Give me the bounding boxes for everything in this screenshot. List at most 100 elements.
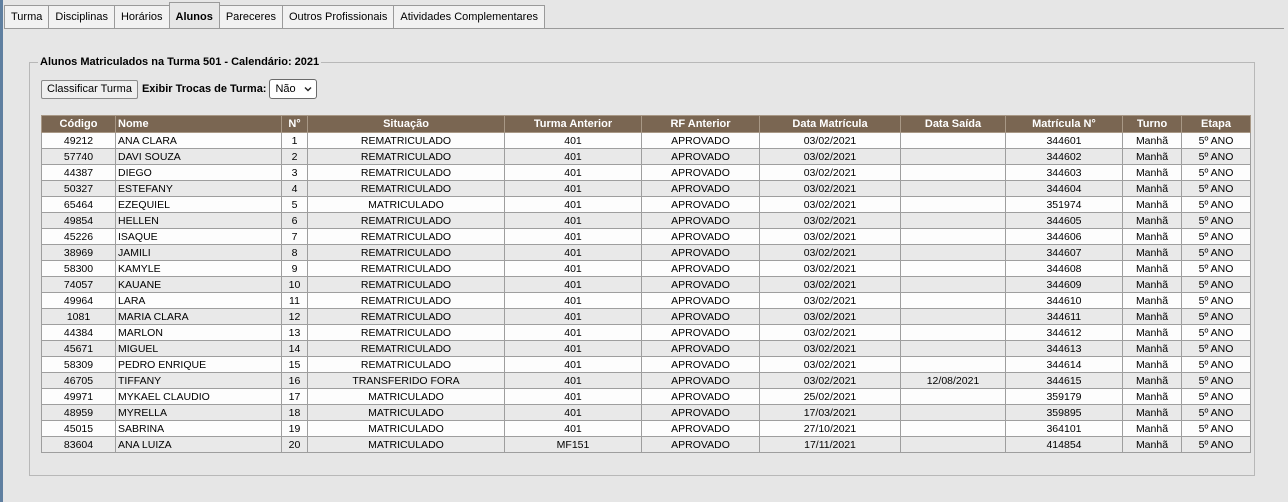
- col-header-data-saida[interactable]: Data Saída: [900, 115, 1006, 133]
- cell-rf-anterior: APROVADO: [641, 276, 760, 293]
- cell-nome: MYKAEL CLAUDIO: [115, 388, 282, 405]
- col-header-codigo[interactable]: Código: [41, 115, 116, 133]
- cell-situacao: REMATRICULADO: [307, 292, 505, 309]
- cell-situacao: MATRICULADO: [307, 404, 505, 421]
- col-header-situacao[interactable]: Situação: [307, 115, 505, 133]
- tab-turma[interactable]: Turma: [4, 5, 50, 28]
- cell-data-saida: [900, 244, 1006, 261]
- swap-select[interactable]: Não: [269, 79, 317, 99]
- col-header-nome[interactable]: Nome: [115, 115, 282, 133]
- cell-etapa: 5º ANO: [1181, 212, 1251, 229]
- cell-rf-anterior: APROVADO: [641, 356, 760, 373]
- table-row[interactable]: 65464 EZEQUIEL 5 MATRICULADO 401 APROVADO 03/0…: [41, 196, 1251, 213]
- cell-data-matricula: 25/02/2021: [759, 388, 901, 405]
- table-row[interactable]: 49854 HELLEN 6 REMATRICULADO 401 APROVADO 03/0…: [41, 212, 1251, 229]
- cell-rf-anterior: APROVADO: [641, 180, 760, 197]
- col-header-etapa[interactable]: Etapa: [1181, 115, 1251, 133]
- table-row[interactable]: 1081 MARIA CLARA 12 REMATRICULADO 401 APROVAD…: [41, 308, 1251, 325]
- cell-etapa: 5º ANO: [1181, 292, 1251, 309]
- cell-etapa: 5º ANO: [1181, 164, 1251, 181]
- cell-matricula-numero: 344614: [1005, 356, 1123, 373]
- cell-situacao: REMATRICULADO: [307, 308, 505, 325]
- cell-matricula-numero: 344601: [1005, 132, 1123, 149]
- col-header-matricula-numero[interactable]: Matrícula N°: [1005, 115, 1123, 133]
- cell-codigo: 48959: [41, 404, 116, 421]
- cell-numero: 4: [281, 180, 308, 197]
- cell-matricula-numero: 344615: [1005, 372, 1123, 389]
- cell-rf-anterior: APROVADO: [641, 164, 760, 181]
- cell-numero: 3: [281, 164, 308, 181]
- cell-turma-anterior: 401: [504, 292, 642, 309]
- table-row[interactable]: 83604 ANA LUIZA 20 MATRICULADO MF151 APROVADO…: [41, 436, 1251, 453]
- cell-data-saida: [900, 196, 1006, 213]
- table-row[interactable]: 49212 ANA CLARA 1 REMATRICULADO 401 APROVADO 0…: [41, 132, 1251, 149]
- cell-turma-anterior: 401: [504, 260, 642, 277]
- cell-rf-anterior: APROVADO: [641, 404, 760, 421]
- table-row[interactable]: 44384 MARLON 13 REMATRICULADO 401 APROVADO 03/…: [41, 324, 1251, 341]
- table-row[interactable]: 74057 KAUANE 10 REMATRICULADO 401 APROVADO 03/…: [41, 276, 1251, 293]
- table-row[interactable]: 38969 JAMILI 8 REMATRICULADO 401 APROVADO 03/0…: [41, 244, 1251, 261]
- table-row[interactable]: 57740 DAVI SOUZA 2 REMATRICULADO 401 APROVADO…: [41, 148, 1251, 165]
- cell-rf-anterior: APROVADO: [641, 244, 760, 261]
- cell-data-saida: [900, 292, 1006, 309]
- chevron-down-icon: [304, 87, 312, 92]
- cell-turno: Manhã: [1122, 324, 1182, 341]
- classify-class-button[interactable]: Classificar Turma: [41, 79, 138, 99]
- tab-bar: Turma Disciplinas Horários Alunos Parece…: [4, 2, 545, 28]
- cell-nome: ANA CLARA: [115, 132, 282, 149]
- cell-turma-anterior: 401: [504, 212, 642, 229]
- cell-numero: 15: [281, 356, 308, 373]
- cell-numero: 12: [281, 308, 308, 325]
- cell-matricula-numero: 344607: [1005, 244, 1123, 261]
- cell-numero: 20: [281, 436, 308, 453]
- tab-outros-profissionais[interactable]: Outros Profissionais: [281, 5, 395, 28]
- tab-horarios[interactable]: Horários: [113, 5, 170, 28]
- col-header-turma-anterior[interactable]: Turma Anterior: [504, 115, 642, 133]
- cell-codigo: 1081: [41, 308, 116, 325]
- table-row[interactable]: 50327 ESTEFANY 4 REMATRICULADO 401 APROVADO 03…: [41, 180, 1251, 197]
- cell-codigo: 83604: [41, 436, 116, 453]
- cell-data-matricula: 03/02/2021: [759, 196, 901, 213]
- cell-data-matricula: 17/03/2021: [759, 404, 901, 421]
- col-header-data-matricula[interactable]: Data Matrícula: [759, 115, 901, 133]
- col-header-turno[interactable]: Turno: [1122, 115, 1182, 133]
- tab-pareceres[interactable]: Pareceres: [218, 5, 283, 28]
- table-row[interactable]: 46705 TIFFANY 16 TRANSFERIDO FORA 401 APROVAD…: [41, 372, 1251, 389]
- table-row[interactable]: 45015 SABRINA 19 MATRICULADO 401 APROVADO 27/1…: [41, 420, 1251, 437]
- cell-matricula-numero: 364101: [1005, 420, 1123, 437]
- table-row[interactable]: 45671 MIGUEL 14 REMATRICULADO 401 APROVADO 03/…: [41, 340, 1251, 357]
- table-row[interactable]: 48959 MYRELLA 18 MATRICULADO 401 APROVADO 17/0…: [41, 404, 1251, 421]
- cell-matricula-numero: 344606: [1005, 228, 1123, 245]
- col-header-rf-anterior[interactable]: RF Anterior: [641, 115, 760, 133]
- cell-data-matricula: 03/02/2021: [759, 292, 901, 309]
- tab-alunos[interactable]: Alunos: [168, 2, 220, 28]
- cell-numero: 5: [281, 196, 308, 213]
- table-row[interactable]: 49964 LARA 11 REMATRICULADO 401 APROVADO 03/02…: [41, 292, 1251, 309]
- table-row[interactable]: 58309 PEDRO ENRIQUE 15 REMATRICULADO 401 APRO…: [41, 356, 1251, 373]
- cell-rf-anterior: APROVADO: [641, 228, 760, 245]
- col-header-numero[interactable]: N°: [281, 115, 308, 133]
- table-row[interactable]: 49971 MYKAEL CLAUDIO 17 MATRICULADO 401 APROV…: [41, 388, 1251, 405]
- table-row[interactable]: 58300 KAMYLE 9 REMATRICULADO 401 APROVADO 03/0…: [41, 260, 1251, 277]
- tab-atividades-complementares[interactable]: Atividades Complementares: [393, 5, 545, 28]
- cell-situacao: REMATRICULADO: [307, 260, 505, 277]
- cell-turno: Manhã: [1122, 260, 1182, 277]
- cell-situacao: REMATRICULADO: [307, 228, 505, 245]
- cell-data-matricula: 03/02/2021: [759, 324, 901, 341]
- cell-data-saida: [900, 404, 1006, 421]
- cell-data-saida: [900, 260, 1006, 277]
- cell-data-saida: [900, 228, 1006, 245]
- cell-matricula-numero: 414854: [1005, 436, 1123, 453]
- table-row[interactable]: 44387 DIEGO 3 REMATRICULADO 401 APROVADO 03/02…: [41, 164, 1251, 181]
- cell-codigo: 50327: [41, 180, 116, 197]
- cell-turma-anterior: 401: [504, 228, 642, 245]
- cell-turno: Manhã: [1122, 164, 1182, 181]
- cell-data-matricula: 27/10/2021: [759, 420, 901, 437]
- tab-disciplinas[interactable]: Disciplinas: [48, 5, 115, 28]
- cell-turno: Manhã: [1122, 436, 1182, 453]
- cell-turno: Manhã: [1122, 132, 1182, 149]
- cell-rf-anterior: APROVADO: [641, 324, 760, 341]
- cell-situacao: REMATRICULADO: [307, 148, 505, 165]
- cell-etapa: 5º ANO: [1181, 180, 1251, 197]
- table-row[interactable]: 45226 ISAQUE 7 REMATRICULADO 401 APROVADO 03/0…: [41, 228, 1251, 245]
